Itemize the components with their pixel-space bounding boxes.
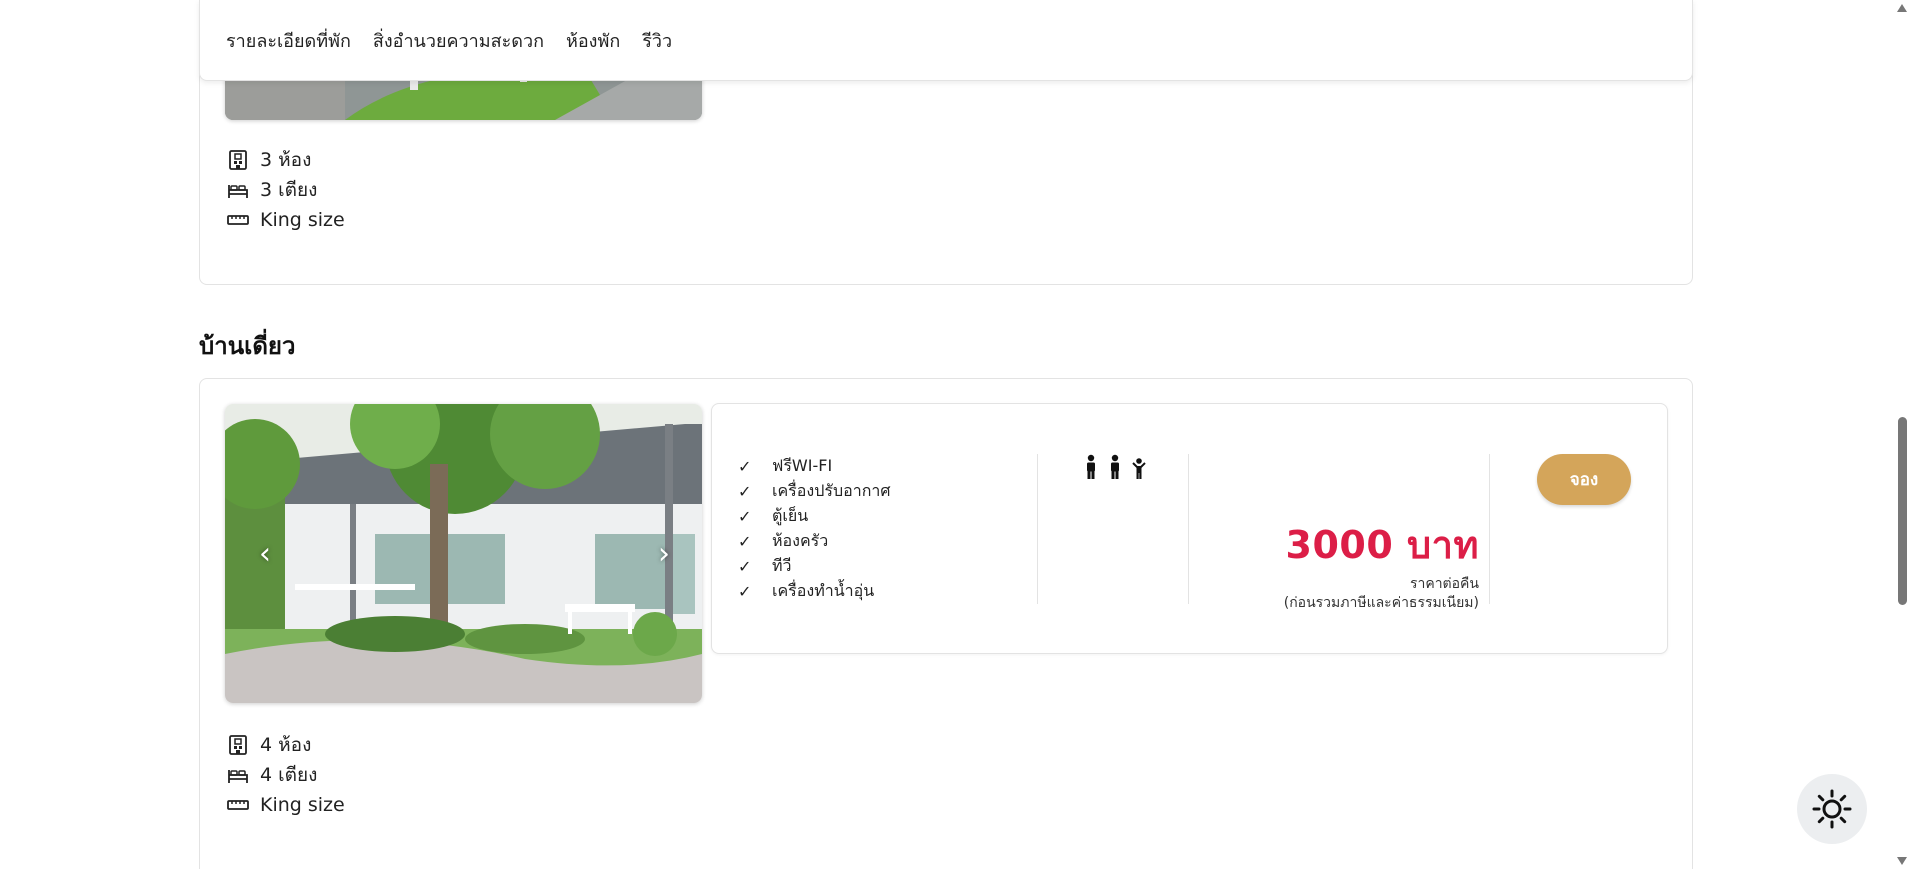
occupancy-icons [1082, 454, 1148, 480]
section-title: บ้านเดี่ยว [199, 332, 296, 360]
page-scrollbar[interactable] [1894, 0, 1910, 869]
amenities-list: ✓ ฟรีWI-FI ✓ เครื่องปรับอากาศ ✓ ตู้เย็น ✓ ห้… [738, 454, 891, 604]
nav-amenities[interactable]: สิ่งอำนวยความสะดวก [373, 26, 544, 55]
bed-icon [228, 185, 248, 198]
check-icon: ✓ [738, 532, 752, 551]
building-icon [229, 735, 247, 755]
price-block: 3000 บาท ราคาต่อคืน (ก่อนรวมภาษีและค่าธร… [1284, 514, 1479, 613]
amenity-label: ห้องครัว [772, 531, 829, 550]
beds-count: 3 เตียง [260, 179, 318, 201]
beds-count: 4 เตียง [260, 764, 318, 786]
price-per-night-label: ราคาต่อคืน [1409, 576, 1479, 592]
check-icon: ✓ [738, 457, 752, 476]
person-icon [1087, 454, 1095, 479]
ruler-icon [227, 800, 249, 810]
room-detail-panel: ✓ ฟรีWI-FI ✓ เครื่องปรับอากาศ ✓ ตู้เย็น ✓ ห้… [711, 403, 1668, 654]
spec-rooms: 4 ห้อง [226, 730, 345, 760]
amenity-label: เครื่องปรับอากาศ [772, 481, 891, 500]
price-note: (ก่อนรวมภาษีและค่าธรรมเนียม) [1283, 595, 1479, 611]
check-icon: ✓ [738, 582, 752, 601]
amenity-item: ✓ เครื่องปรับอากาศ [738, 479, 891, 504]
room-specs-previous: 3 ห้อง 3 เตียง King size [226, 145, 345, 235]
child-icon [1132, 458, 1146, 479]
nav-reviews[interactable]: รีวิว [642, 26, 672, 55]
carousel-prev-button[interactable]: ‹ [259, 536, 271, 571]
book-button[interactable]: จอง [1537, 454, 1631, 505]
bed-size: King size [260, 209, 345, 231]
amenity-item: ✓ ฟรีWI-FI [738, 454, 891, 479]
amenity-label: ฟรีWI-FI [772, 456, 833, 475]
carousel-next-button[interactable]: › [658, 536, 670, 571]
amenity-item: ✓ ทีวี [738, 554, 891, 579]
theme-toggle-button[interactable] [1797, 774, 1867, 844]
nav-rooms[interactable]: ห้องพัก [566, 26, 620, 55]
spec-bed-size: King size [226, 205, 345, 235]
rooms-count: 3 ห้อง [260, 149, 312, 171]
amenity-item: ✓ ห้องครัว [738, 529, 891, 554]
check-icon: ✓ [738, 507, 752, 526]
spec-beds: 3 เตียง [226, 175, 345, 205]
spec-beds: 4 เตียง [226, 760, 345, 790]
rooms-count: 4 ห้อง [260, 734, 312, 756]
sun-icon [1812, 789, 1852, 829]
price: 3000 บาท [1285, 523, 1479, 567]
section-nav: รายละเอียดที่พัก สิ่งอำนวยความสะดวก ห้อง… [199, 0, 1693, 81]
scroll-thumb[interactable] [1898, 417, 1907, 605]
room-photo [225, 404, 702, 703]
amenity-item: ✓ ตู้เย็น [738, 504, 891, 529]
spec-rooms: 3 ห้อง [226, 145, 345, 175]
nav-property-details[interactable]: รายละเอียดที่พัก [226, 26, 351, 55]
scroll-down-arrow-icon[interactable] [1897, 857, 1907, 865]
room-specs: 4 ห้อง 4 เตียง King size [226, 730, 345, 820]
amenity-label: ทีวี [772, 556, 792, 575]
scroll-up-arrow-icon[interactable] [1897, 4, 1907, 12]
person-icon [1111, 454, 1119, 479]
amenity-label: เครื่องทำน้ำอุ่น [772, 581, 875, 600]
bed-icon [228, 770, 248, 783]
building-icon [229, 150, 247, 170]
divider [1489, 454, 1490, 604]
check-icon: ✓ [738, 482, 752, 501]
spec-bed-size: King size [226, 790, 345, 820]
check-icon: ✓ [738, 557, 752, 576]
bed-size: King size [260, 794, 345, 816]
amenity-item: ✓ เครื่องทำน้ำอุ่น [738, 579, 891, 604]
divider [1188, 454, 1189, 604]
ruler-icon [227, 215, 249, 225]
amenity-label: ตู้เย็น [772, 506, 809, 525]
divider [1037, 454, 1038, 604]
room-image-carousel[interactable]: ‹ › [225, 404, 702, 703]
